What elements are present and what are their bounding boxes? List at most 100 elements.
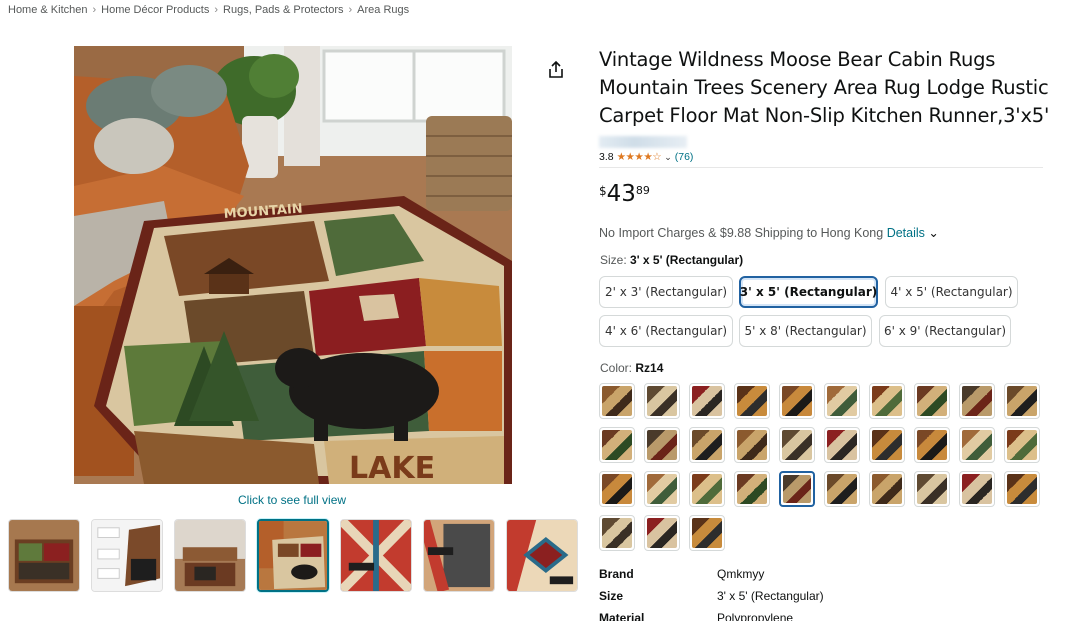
color-swatch[interactable]: [689, 383, 725, 419]
color-swatch-image: [647, 386, 677, 416]
color-swatch-image: [1007, 386, 1037, 416]
color-swatch[interactable]: [824, 427, 860, 463]
color-swatch-image: [917, 474, 947, 504]
breadcrumb-home-decor[interactable]: Home Décor Products: [101, 4, 209, 16]
size-option-6x9[interactable]: 6' x 9' (Rectangular): [879, 315, 1011, 347]
thumbnail-7[interactable]: [506, 519, 578, 592]
color-swatch-image: [692, 518, 722, 548]
color-swatch-image: [692, 474, 722, 504]
color-selected-value: Rz14: [635, 361, 664, 375]
color-swatch-image: [872, 386, 902, 416]
thumbnail-6[interactable]: [423, 519, 495, 592]
spec-brand-key: Brand: [599, 567, 634, 581]
color-swatch[interactable]: [1004, 383, 1040, 419]
color-swatch-image: [827, 386, 857, 416]
color-swatch[interactable]: [599, 383, 635, 419]
size-option-4x6[interactable]: 4' x 6' (Rectangular): [599, 315, 733, 347]
color-swatch[interactable]: [914, 383, 950, 419]
thumbnail-3[interactable]: [174, 519, 246, 592]
breadcrumb-area-rugs[interactable]: Area Rugs: [357, 4, 409, 16]
breadcrumb-separator: ›: [92, 4, 97, 16]
spec-material-value: Polypropylene: [717, 611, 794, 621]
color-swatch[interactable]: [644, 515, 680, 551]
size-option-5x8[interactable]: 5' x 8' (Rectangular): [739, 315, 872, 347]
thumbnail-2[interactable]: [91, 519, 163, 592]
color-swatch[interactable]: [644, 471, 680, 507]
color-swatch-image: [737, 474, 767, 504]
product-title: Vintage Wildness Moose Bear Cabin Rugs M…: [599, 48, 1050, 127]
color-swatch-image: [602, 518, 632, 548]
color-swatch-image: [917, 386, 947, 416]
color-swatch-image: [692, 386, 722, 416]
color-swatch[interactable]: [689, 427, 725, 463]
price-fraction: 89: [635, 184, 650, 197]
color-swatch[interactable]: [1004, 471, 1040, 507]
color-swatch[interactable]: [599, 427, 635, 463]
size-option-4x5[interactable]: 4' x 5' (Rectangular): [885, 276, 1018, 308]
color-swatch[interactable]: [599, 515, 635, 551]
share-icon[interactable]: [546, 60, 566, 80]
rug-text-lake: LAKE: [349, 451, 435, 484]
color-swatch[interactable]: [644, 427, 680, 463]
color-swatch-image: [647, 430, 677, 460]
chevron-down-icon[interactable]: ⌄: [928, 226, 938, 240]
color-swatch-image: [602, 474, 632, 504]
color-swatch[interactable]: [689, 471, 725, 507]
breadcrumb-rugs-pads[interactable]: Rugs, Pads & Protectors: [223, 4, 343, 16]
color-swatch[interactable]: [779, 471, 815, 507]
size-option-2x3[interactable]: 2' x 3' (Rectangular): [599, 276, 733, 308]
color-swatch[interactable]: [914, 471, 950, 507]
thumbnail-strip: [8, 519, 580, 592]
color-swatch[interactable]: [734, 383, 770, 419]
color-swatch[interactable]: [914, 427, 950, 463]
color-swatch[interactable]: [734, 427, 770, 463]
color-swatch[interactable]: [644, 383, 680, 419]
color-swatch[interactable]: [959, 427, 995, 463]
shipping-details-link[interactable]: Details: [887, 226, 925, 240]
color-swatch-image: [872, 430, 902, 460]
color-swatch-image: [782, 430, 812, 460]
color-swatch[interactable]: [779, 427, 815, 463]
color-swatch-image: [827, 430, 857, 460]
color-swatch-image: [962, 474, 992, 504]
review-count-link[interactable]: (76): [675, 151, 694, 163]
thumbnail-5[interactable]: [340, 519, 412, 592]
spec-brand-value: Qmkmyy: [717, 567, 765, 581]
thumbnail-1[interactable]: [8, 519, 80, 592]
color-swatch[interactable]: [959, 383, 995, 419]
breadcrumb-home-kitchen[interactable]: Home & Kitchen: [8, 4, 87, 16]
color-swatch[interactable]: [824, 383, 860, 419]
color-swatch[interactable]: [599, 471, 635, 507]
spec-size-key: Size: [599, 589, 624, 603]
color-swatch-image: [647, 474, 677, 504]
color-swatch[interactable]: [779, 383, 815, 419]
color-swatch-image: [737, 430, 767, 460]
thumbnail-4-selected[interactable]: [257, 519, 329, 592]
spec-size-value: 3' x 5' (Rectangular): [717, 589, 824, 603]
color-swatch-image: [1007, 474, 1037, 504]
color-swatch[interactable]: [1004, 427, 1040, 463]
color-swatch[interactable]: [959, 471, 995, 507]
chevron-down-icon[interactable]: ⌄: [664, 152, 672, 163]
color-label: Color: Rz14: [600, 361, 663, 375]
rating-value: 3.8: [599, 151, 614, 163]
shipping-text: No Import Charges & $9.88 Shipping to Ho…: [599, 226, 884, 240]
main-product-image[interactable]: MOUNTAIN LAKE: [74, 46, 512, 484]
color-swatch[interactable]: [689, 515, 725, 551]
click-full-view-link[interactable]: Click to see full view: [238, 493, 346, 507]
color-swatch[interactable]: [869, 383, 905, 419]
color-swatch-image: [1007, 430, 1037, 460]
store-link-blurred[interactable]: [599, 136, 687, 148]
breadcrumb: Home & Kitchen › Home Décor Products › Rugs,…: [8, 4, 409, 16]
color-swatch[interactable]: [734, 471, 770, 507]
color-swatch-image: [783, 475, 811, 503]
color-swatch-image: [647, 518, 677, 548]
size-option-3x5-selected[interactable]: 3' x 5' (Rectangular): [739, 276, 878, 308]
color-swatch[interactable]: [869, 471, 905, 507]
color-swatch-image: [962, 430, 992, 460]
size-label: Size: 3' x 5' (Rectangular): [600, 253, 743, 267]
star-rating-icon[interactable]: ★★★★☆: [617, 151, 662, 163]
color-swatch[interactable]: [869, 427, 905, 463]
color-swatch-image: [692, 430, 722, 460]
color-swatch[interactable]: [824, 471, 860, 507]
